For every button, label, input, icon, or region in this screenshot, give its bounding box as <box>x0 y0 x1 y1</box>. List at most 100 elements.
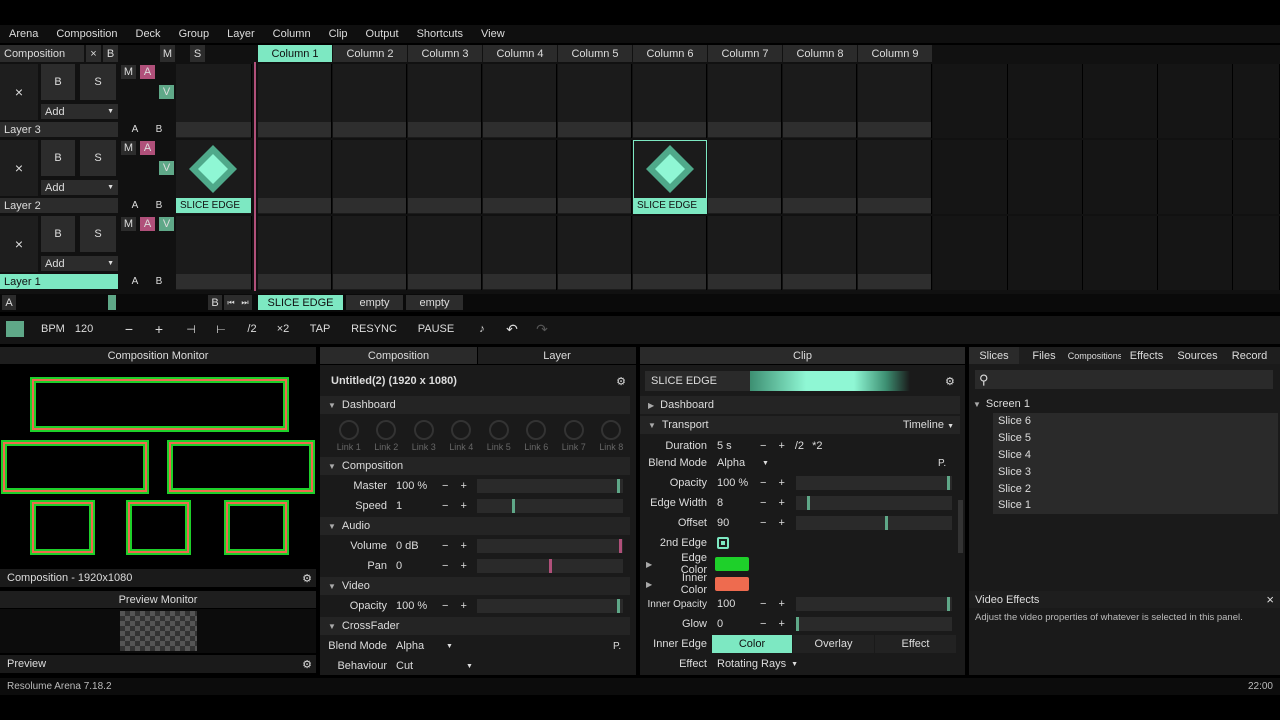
slice-item[interactable]: Slice 1 <box>993 497 1278 514</box>
bpm-display[interactable]: BPM 120 <box>41 322 93 336</box>
bpm-double-button[interactable]: ×2 <box>271 320 295 338</box>
speed-slider[interactable] <box>477 499 623 513</box>
clip-slot[interactable] <box>1083 140 1158 214</box>
tab-composition[interactable]: Composition <box>320 347 477 364</box>
glow-value[interactable]: 0 <box>717 618 757 630</box>
menu-deck[interactable]: Deck <box>127 28 170 40</box>
layer-1-audio-button[interactable]: A <box>140 217 155 231</box>
menu-arena[interactable]: Arena <box>0 28 47 40</box>
clip-blend-p-button[interactable]: P. <box>938 458 946 469</box>
inner-edge-effect-option[interactable]: Effect <box>875 635 956 653</box>
glow-slider[interactable] <box>796 617 952 631</box>
clip-slot[interactable] <box>483 216 557 290</box>
tab-sources[interactable]: Sources <box>1172 347 1223 364</box>
pan-slider-handle[interactable] <box>548 559 552 573</box>
clip-slot[interactable] <box>558 140 632 214</box>
speed-decrease-button[interactable]: − <box>442 500 448 512</box>
clip-slot[interactable] <box>1008 64 1083 138</box>
link-6-knob[interactable]: Link 6 <box>518 420 556 456</box>
second-edge-checkbox[interactable] <box>717 537 729 549</box>
composition-solo-button[interactable]: S <box>190 45 205 62</box>
column-7-header[interactable]: Column 7 <box>708 45 782 62</box>
menu-column[interactable]: Column <box>264 28 320 40</box>
layer-1-bypass-button[interactable]: B <box>41 216 75 252</box>
deck-tab-empty-1[interactable]: empty <box>346 295 403 310</box>
comp-opacity-slider[interactable] <box>477 599 623 613</box>
dashboard-section[interactable]: ▼ Dashboard <box>320 396 630 414</box>
layer-3-crossfader-b[interactable]: B <box>152 122 166 137</box>
clip-slot[interactable] <box>333 64 407 138</box>
menu-layer[interactable]: Layer <box>218 28 264 40</box>
comp-opacity-decrease-button[interactable]: − <box>442 600 448 612</box>
layer-3-name[interactable]: Layer 3 <box>0 122 118 137</box>
layer-1-crossfader-a[interactable]: A <box>128 274 142 289</box>
audio-section[interactable]: ▼ Audio <box>320 517 630 535</box>
edge-color-swatch[interactable] <box>715 557 749 571</box>
clip-slot[interactable] <box>333 216 407 290</box>
clip-slot[interactable] <box>258 64 332 138</box>
clip-slot[interactable] <box>1233 216 1280 290</box>
master-increase-button[interactable]: + <box>460 480 466 492</box>
clip-opacity-value[interactable]: 100 % <box>717 477 757 489</box>
bpm-half-button[interactable]: /2 <box>241 320 263 338</box>
slice-item[interactable]: Slice 3 <box>993 463 1278 480</box>
nudge-forward-icon[interactable]: ⊢ <box>210 320 232 338</box>
offset-slider-handle[interactable] <box>884 516 888 530</box>
clip-slot[interactable] <box>633 64 707 138</box>
inner-edge-color-option[interactable]: Color <box>712 635 792 653</box>
inner-opacity-decrease-button[interactable]: − <box>760 598 766 610</box>
speed-increase-button[interactable]: + <box>460 500 466 512</box>
slice-item[interactable]: Slice 5 <box>993 430 1278 447</box>
link-4-knob[interactable]: Link 4 <box>443 420 481 456</box>
clip-layer2-col0[interactable]: SLICE EDGE <box>176 140 251 214</box>
layer-3-audio-button[interactable]: A <box>140 65 155 79</box>
metronome-icon[interactable]: ♪ <box>472 320 492 338</box>
duration-increase-button[interactable]: + <box>778 440 784 452</box>
search-input[interactable]: ⚲ <box>975 370 1273 389</box>
layer-1-add-dropdown[interactable]: Add ▼ <box>41 256 118 271</box>
clip-slot[interactable] <box>258 140 332 214</box>
layer-3-video-button[interactable]: V <box>159 85 174 99</box>
layer-3-clear-button[interactable]: × <box>0 64 38 120</box>
speed-slider-handle[interactable] <box>512 499 515 513</box>
offset-increase-button[interactable]: + <box>778 517 784 529</box>
clip-slot[interactable] <box>783 216 857 290</box>
composition-monitor-output[interactable] <box>0 365 316 567</box>
layer-2-add-dropdown[interactable]: Add ▼ <box>41 180 118 195</box>
tab-record[interactable]: Record <box>1223 347 1276 364</box>
pan-value[interactable]: 0 <box>396 560 436 572</box>
clip-slot[interactable] <box>783 64 857 138</box>
glow-slider-handle[interactable] <box>796 617 799 631</box>
tab-effects[interactable]: Effects <box>1121 347 1172 364</box>
clip-opacity-decrease-button[interactable]: − <box>760 477 766 489</box>
comp-opacity-value[interactable]: 100 % <box>396 600 436 612</box>
clip-slot[interactable] <box>708 216 782 290</box>
clip-panel-scrollbar[interactable] <box>958 500 963 553</box>
chevron-right-icon[interactable]: ▶ <box>646 560 654 569</box>
layer-2-audio-button[interactable]: A <box>140 141 155 155</box>
clip-slot[interactable] <box>408 64 482 138</box>
pan-increase-button[interactable]: + <box>460 560 466 572</box>
deck-b-button[interactable]: B <box>208 295 222 310</box>
clip-layer2-col6[interactable]: SLICE EDGE <box>633 140 707 214</box>
clip-slot[interactable] <box>708 140 782 214</box>
menu-shortcuts[interactable]: Shortcuts <box>408 28 472 40</box>
menu-group[interactable]: Group <box>170 28 219 40</box>
volume-slider-handle[interactable] <box>618 539 622 553</box>
bpm-decrease-button[interactable]: − <box>118 320 140 338</box>
preview-monitor-output[interactable] <box>0 609 316 653</box>
composition-clear-button[interactable]: × <box>86 45 101 62</box>
deck-tab-empty-2[interactable]: empty <box>406 295 463 310</box>
comp-opacity-increase-button[interactable]: + <box>460 600 466 612</box>
column-9-header[interactable]: Column 9 <box>858 45 932 62</box>
slice-item[interactable]: Slice 4 <box>993 447 1278 464</box>
pan-slider[interactable] <box>477 559 623 573</box>
transport-section[interactable]: ▼ Transport Timeline ▼ <box>640 416 960 434</box>
edge-width-value[interactable]: 8 <box>717 497 757 509</box>
duration-value[interactable]: 5 s <box>717 440 757 452</box>
link-2-knob[interactable]: Link 2 <box>368 420 406 456</box>
clip-slot[interactable] <box>933 140 1008 214</box>
undo-icon[interactable]: ↶ <box>502 320 522 338</box>
clip-slot[interactable] <box>858 216 932 290</box>
link-8-knob[interactable]: Link 8 <box>593 420 631 456</box>
